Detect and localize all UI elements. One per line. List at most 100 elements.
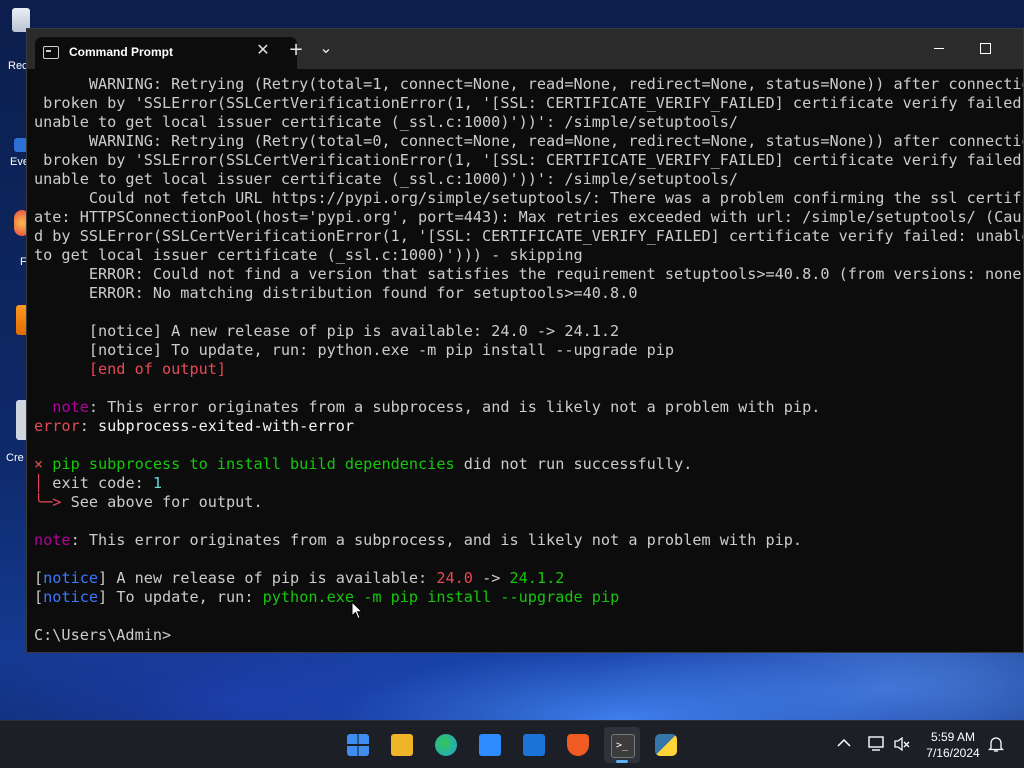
console-line: note: This error originates from a subpr… — [34, 398, 1023, 417]
console-line: broken by 'SSLError(SSLCertVerificationE… — [34, 94, 1023, 113]
console-line: [end of output] — [34, 360, 1023, 379]
console-line: WARNING: Retrying (Retry(total=0, connec… — [34, 132, 1023, 151]
clock-time: 5:59 AM — [930, 730, 976, 744]
console-text: d by SSLError(SSLCertVerificationError(1… — [34, 227, 1023, 245]
console-text: unable to get local issuer certificate (… — [34, 113, 739, 131]
minimize-button[interactable] — [916, 29, 962, 69]
tab-dropdown-button[interactable]: ⌄ — [313, 37, 339, 63]
console-line: [notice] To update, run: python.exe -m p… — [34, 588, 1023, 607]
console-output[interactable]: WARNING: Retrying (Retry(total=1, connec… — [34, 75, 1023, 652]
console-line: [notice] A new release of pip is availab… — [34, 569, 1023, 588]
console-line: │ exit code: 1 — [34, 474, 1023, 493]
tab-close-button[interactable]: ✕ — [253, 40, 273, 60]
console-text: -> — [472, 569, 510, 587]
taskbar-python[interactable] — [648, 727, 684, 763]
desktop-icon-recycle-bin[interactable]: Rec — [0, 8, 30, 72]
volume-muted-icon[interactable] — [893, 736, 911, 752]
microsoft-store-icon — [479, 734, 501, 756]
console-text: : This error originates from a subproces… — [70, 531, 803, 549]
console-text: 24.0 — [436, 569, 473, 587]
console-line: to get local issuer certificate (_ssl.c:… — [34, 246, 1023, 265]
console-text: [notice] A new release of pip is availab… — [34, 322, 620, 340]
maximize-button[interactable] — [962, 29, 1008, 69]
console-text: Could not fetch URL https://pypi.org/sim… — [34, 189, 1023, 207]
new-tab-button[interactable]: + — [283, 37, 309, 63]
desktop-icon-vlc[interactable] — [0, 305, 28, 345]
console-text: │ — [34, 474, 44, 492]
console-line: WARNING: Retrying (Retry(total=1, connec… — [34, 75, 1023, 94]
console-line: unable to get local issuer certificate (… — [34, 170, 1023, 189]
taskbar-terminal[interactable]: >_ — [604, 727, 640, 763]
console-text: unable to get local issuer certificate (… — [34, 170, 739, 188]
console-line: note: This error originates from a subpr… — [34, 531, 1023, 550]
console-text: 24.1.2 — [509, 569, 565, 587]
console-text: to get local issuer certificate (_ssl.c:… — [34, 246, 583, 264]
console-line: ate: HTTPSConnectionPool(host='pypi.org'… — [34, 208, 1023, 227]
console-text: note — [52, 398, 89, 416]
console-line: error: subprocess-exited-with-error — [34, 417, 1023, 436]
start-icon — [347, 734, 369, 756]
network-icon[interactable] — [868, 736, 886, 752]
taskbar-brave[interactable] — [560, 727, 596, 763]
console-line: [notice] A new release of pip is availab… — [34, 322, 1023, 341]
notification-bell-icon[interactable] — [988, 735, 1004, 753]
console-text: See above for output. — [61, 493, 263, 511]
console-text: ╰─> — [34, 493, 62, 511]
clock-date: 7/16/2024 — [926, 746, 980, 760]
desktop-icon-create[interactable]: Cre — [0, 400, 28, 464]
taskbar-outlook[interactable] — [516, 727, 552, 763]
outlook-icon — [523, 734, 545, 756]
brave-icon — [567, 734, 589, 756]
console-line: ERROR: Could not find a version that sat… — [34, 265, 1023, 284]
python-icon — [655, 734, 677, 756]
console-text: python.exe -m pip install --upgrade pip — [262, 588, 620, 606]
console-line: broken by 'SSLError(SSLCertVerificationE… — [34, 151, 1023, 170]
desktop-icon-label: Cre — [6, 452, 24, 464]
console-text: WARNING: Retrying (Retry(total=1, connec… — [34, 75, 1023, 93]
console-line: ERROR: No matching distribution found fo… — [34, 284, 1023, 303]
tab-command-prompt[interactable]: Command Prompt ✕ — [35, 37, 297, 69]
taskbar: >_ 5:59 AM 7/16/2024 — [0, 720, 1024, 768]
taskbar-edge[interactable] — [428, 727, 464, 763]
console-text: : This error originates from a subproces… — [88, 398, 821, 416]
console-text: ERROR: Could not find a version that sat… — [34, 265, 1023, 283]
console-text: : — [79, 417, 99, 435]
console-text: [end of output] — [34, 360, 227, 378]
console-text: ] To update, run: — [98, 588, 263, 606]
console-line: [notice] To update, run: python.exe -m p… — [34, 341, 1023, 360]
console-text: ate: HTTPSConnectionPool(host='pypi.org'… — [34, 208, 1023, 226]
desktop-icon-label: Rec — [8, 60, 28, 72]
terminal-icon: >_ — [611, 734, 635, 758]
file-explorer-icon — [391, 734, 413, 756]
console-text: [ — [34, 569, 44, 587]
console-text: subprocess-exited-with-error — [98, 417, 355, 435]
console-text: pip subprocess to install build dependen… — [43, 455, 455, 473]
edge-icon — [435, 734, 457, 756]
cmd-icon — [43, 46, 59, 59]
console-text: notice — [43, 569, 99, 587]
console-text: error — [34, 417, 80, 435]
taskbar-microsoft-store[interactable] — [472, 727, 508, 763]
chevron-up-icon[interactable] — [837, 738, 851, 748]
console-line: C:\Users\Admin> — [34, 626, 1023, 645]
taskbar-start[interactable] — [340, 727, 376, 763]
desktop-icon-firefox[interactable]: F — [0, 210, 30, 268]
console-text: [notice] To update, run: python.exe -m p… — [34, 341, 675, 359]
system-clock[interactable]: 5:59 AM 7/16/2024 — [918, 729, 988, 761]
console-text: broken by 'SSLError(SSLCertVerificationE… — [34, 94, 1023, 112]
console-text: did not run successfully. — [454, 455, 693, 473]
console-line: × pip subprocess to install build depend… — [34, 455, 1023, 474]
console-line: ╰─> See above for output. — [34, 493, 1023, 512]
command-prompt-window: Command Prompt ✕ + ⌄ WARNING: Retrying (… — [26, 28, 1024, 653]
title-bar[interactable]: Command Prompt ✕ + ⌄ — [27, 29, 1023, 69]
taskbar-file-explorer[interactable] — [384, 727, 420, 763]
console-text: notice — [43, 588, 99, 606]
console-text: WARNING: Retrying (Retry(total=0, connec… — [34, 132, 1023, 150]
console-text: note — [34, 531, 71, 549]
desktop-icon-everything[interactable]: Eve — [0, 138, 29, 178]
